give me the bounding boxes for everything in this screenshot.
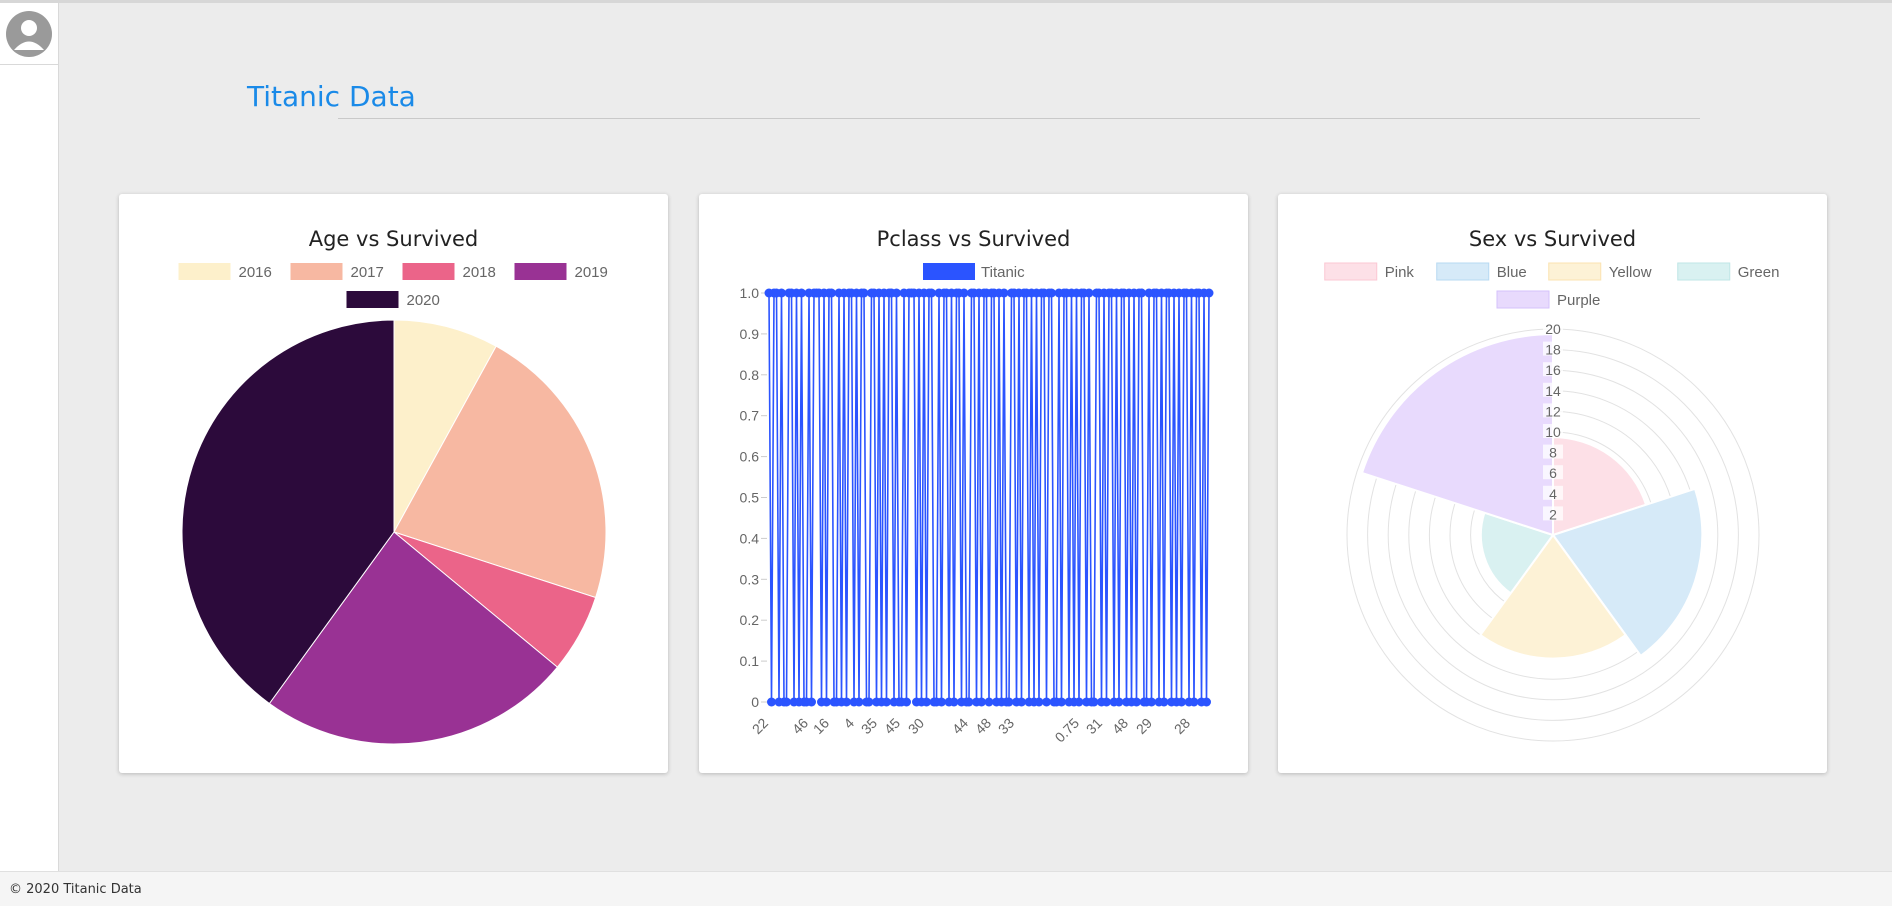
legend-swatch-2020 — [346, 291, 399, 308]
x-tick-label: 30 — [905, 715, 927, 737]
legend-swatch-titanic — [923, 263, 975, 280]
pclass-line-chart: Pclass vs Survived Titanic 0 0.1 0.2 0.3 0.4 0.… — [740, 227, 1214, 746]
legend-swatch-yellow — [1548, 262, 1602, 281]
footer: © 2020 Titanic Data — [0, 871, 1892, 906]
legend-label-titanic: Titanic — [981, 264, 1025, 281]
r-tick-label: 10 — [1545, 424, 1561, 440]
sex-chart-card: Sex vs Survived Pink Blue Yellow Green Purple… — [1278, 194, 1827, 773]
r-tick-label: 14 — [1545, 383, 1561, 399]
legend-swatch-2018 — [402, 263, 455, 280]
legend-label-2017: 2017 — [351, 264, 384, 281]
legend-swatch-green — [1677, 262, 1731, 281]
avatar-button[interactable] — [0, 3, 58, 65]
legend-swatch-2019 — [514, 263, 567, 280]
legend-label-yellow: Yellow — [1609, 264, 1652, 281]
data-point — [1204, 288, 1214, 298]
chart-title: Pclass vs Survived — [877, 227, 1071, 251]
r-tick-label: 16 — [1545, 362, 1561, 378]
y-tick-label: 0.3 — [740, 571, 760, 587]
sex-polar-chart: Sex vs Survived Pink Blue Yellow Green Purple… — [1324, 227, 1780, 742]
x-tick-label: 0.75 — [1052, 715, 1083, 746]
data-point — [902, 697, 911, 707]
data-point — [807, 697, 816, 707]
legend-swatch-2016 — [178, 263, 231, 280]
r-tick-label: 2 — [1549, 506, 1557, 522]
y-tick-label: 0.8 — [740, 367, 760, 383]
x-tick-label: 33 — [995, 715, 1017, 737]
age-chart-card: Age vs Survived 2016 2017 2018 2019 2020 — [119, 194, 668, 773]
legend-label-2018: 2018 — [463, 264, 496, 281]
legend-label-purple: Purple — [1557, 292, 1600, 309]
y-tick-label: 0.4 — [740, 530, 760, 546]
legend-label-pink: Pink — [1385, 264, 1415, 281]
y-tick-label: 0.9 — [740, 326, 760, 342]
r-tick-label: 20 — [1545, 321, 1561, 337]
y-tick-label: 0.1 — [740, 653, 760, 669]
legend-swatch-pink — [1324, 262, 1378, 281]
x-tick-label: 45 — [881, 715, 903, 737]
x-tick-label: 48 — [1109, 715, 1131, 737]
x-tick-label: 46 — [789, 715, 811, 737]
y-tick-label: 1.0 — [740, 285, 760, 301]
x-tick-label: 16 — [810, 715, 832, 737]
legend-label-2019: 2019 — [575, 264, 608, 281]
y-tick-label: 0.5 — [740, 490, 760, 506]
r-tick-label: 6 — [1549, 465, 1557, 481]
legend-label-green: Green — [1738, 264, 1780, 281]
r-tick-label: 4 — [1549, 486, 1557, 502]
y-tick-label: 0.2 — [740, 612, 760, 628]
r-tick-label: 18 — [1545, 342, 1561, 358]
legend-swatch-blue — [1436, 262, 1490, 281]
top-border — [0, 0, 1892, 3]
x-tick-label: 4 — [840, 715, 857, 732]
legend-label-blue: Blue — [1497, 264, 1527, 281]
legend-label-2016: 2016 — [239, 264, 272, 281]
x-tick-label: 29 — [1133, 715, 1155, 737]
x-tick-label: 48 — [972, 715, 994, 737]
age-pie-chart: Age vs Survived 2016 2017 2018 2019 2020 — [178, 227, 608, 745]
x-tick-label: 31 — [1083, 715, 1105, 737]
legend-swatch-purple — [1496, 290, 1550, 309]
y-tick-label: 0.7 — [740, 408, 760, 424]
page-title: Titanic Data — [247, 80, 416, 113]
x-tick-label: 44 — [949, 715, 971, 737]
series-line-titanic — [768, 292, 1210, 703]
pclass-chart-card: Pclass vs Survived Titanic 0 0.1 0.2 0.3 0.4 0.… — [699, 194, 1248, 773]
r-tick-label: 8 — [1549, 445, 1557, 461]
legend-swatch-2017 — [290, 263, 343, 280]
footer-copyright: © 2020 Titanic Data — [9, 882, 142, 897]
sidebar — [0, 3, 59, 871]
x-tick-label: 28 — [1171, 715, 1193, 737]
data-point — [1202, 697, 1211, 707]
chart-title: Sex vs Survived — [1469, 227, 1636, 251]
x-tick-label: 35 — [858, 715, 880, 737]
r-tick-label: 12 — [1545, 403, 1561, 419]
title-divider — [338, 118, 1700, 119]
y-tick-label: 0.6 — [740, 449, 760, 465]
user-avatar-icon — [6, 10, 52, 57]
chart-title: Age vs Survived — [309, 227, 479, 251]
x-tick-label: 22 — [749, 715, 771, 737]
y-tick-label: 0 — [751, 694, 759, 710]
legend-label-2020: 2020 — [407, 292, 440, 309]
